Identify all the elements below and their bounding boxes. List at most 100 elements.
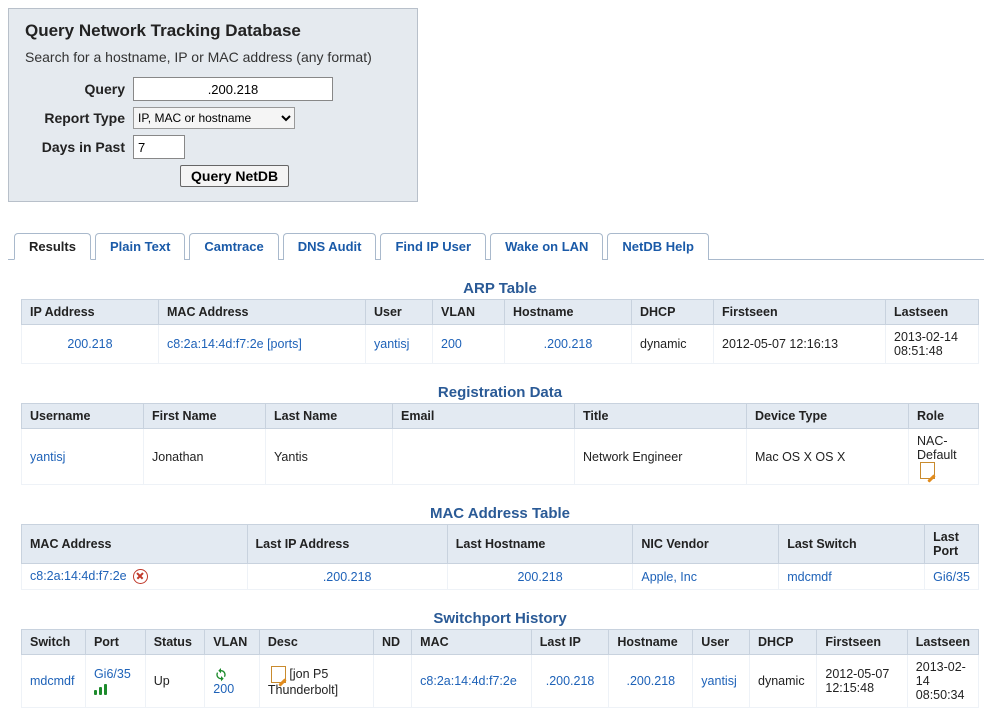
arp-section-title: ARP Table: [8, 280, 984, 297]
reg-h-last: Last Name: [266, 404, 393, 429]
reg-h-role: Role: [909, 404, 979, 429]
query-input[interactable]: [133, 77, 333, 101]
panel-title: Query Network Tracking Database: [25, 21, 401, 41]
arp-h-mac: MAC Address: [159, 300, 366, 325]
arp-host-link[interactable]: .200.218: [544, 337, 593, 351]
reg-firstname: Jonathan: [144, 429, 266, 485]
report-type-select[interactable]: IP, MAC or hostname: [133, 107, 295, 129]
arp-first: 2012-05-07 12:16:13: [714, 325, 886, 364]
edit-icon[interactable]: [920, 462, 935, 479]
panel-subtitle: Search for a hostname, IP or MAC address…: [25, 49, 401, 65]
arp-table: IP Address MAC Address User VLAN Hostnam…: [21, 299, 979, 364]
mac-section-title: MAC Address Table: [8, 505, 984, 522]
sw-switch-link[interactable]: mdcmdf: [30, 674, 74, 688]
query-submit-button[interactable]: Query NetDB: [180, 165, 289, 187]
delete-icon[interactable]: [133, 569, 148, 584]
mac-mac-link[interactable]: c8:2a:14:4d:f7:2e: [30, 569, 127, 583]
sw-h-switch: Switch: [22, 630, 86, 655]
arp-h-ip: IP Address: [22, 300, 159, 325]
arp-user-link[interactable]: yantisj: [374, 337, 409, 351]
sw-status: Up: [145, 655, 205, 708]
reg-h-first: First Name: [144, 404, 266, 429]
days-label: Days in Past: [25, 139, 125, 155]
mac-h-port: Last Port: [925, 525, 979, 564]
arp-vlan-link[interactable]: 200: [441, 337, 462, 351]
reg-section-title: Registration Data: [8, 384, 984, 401]
sw-nd: [374, 655, 412, 708]
mac-row: c8:2a:14:4d:f7:2e .200.218 200.218 Apple…: [22, 564, 979, 590]
reg-role: NAC-Default: [917, 434, 957, 462]
reg-h-email: Email: [393, 404, 575, 429]
mac-h-ip: Last IP Address: [247, 525, 447, 564]
reg-user-link[interactable]: yantisj: [30, 450, 65, 464]
reg-table: Username First Name Last Name Email Titl…: [21, 403, 979, 485]
sw-mac-link[interactable]: c8:2a:14:4d:f7:2e: [420, 674, 517, 688]
sw-h-nd: ND: [374, 630, 412, 655]
sw-h-vlan: VLAN: [205, 630, 260, 655]
sw-h-user: User: [693, 630, 750, 655]
mac-ip-link[interactable]: .200.218: [323, 570, 372, 584]
mac-h-host: Last Hostname: [447, 525, 633, 564]
sw-last: 2013-02-14 08:50:34: [907, 655, 978, 708]
sw-h-desc: Desc: [259, 630, 373, 655]
sw-h-last: Lastseen: [907, 630, 978, 655]
query-form-panel: Query Network Tracking Database Search f…: [8, 8, 418, 202]
sw-h-host: Hostname: [609, 630, 693, 655]
sw-row: mdcmdf Gi6/35 Up 200 [jon P5 Thunderbolt…: [22, 655, 979, 708]
arp-h-host: Hostname: [505, 300, 632, 325]
sw-h-mac: MAC: [412, 630, 532, 655]
mac-port-link[interactable]: Gi6/35: [933, 570, 970, 584]
reg-title: Network Engineer: [575, 429, 747, 485]
sw-h-status: Status: [145, 630, 205, 655]
reg-lastname: Yantis: [266, 429, 393, 485]
reg-email: [393, 429, 575, 485]
tab-find-ip[interactable]: Find IP User: [380, 233, 486, 260]
tab-camtrace[interactable]: Camtrace: [189, 233, 278, 260]
reg-h-user: Username: [22, 404, 144, 429]
mac-h-switch: Last Switch: [779, 525, 925, 564]
tab-plain-text[interactable]: Plain Text: [95, 233, 185, 260]
sw-user-link[interactable]: yantisj: [701, 674, 736, 688]
arp-h-dhcp: DHCP: [632, 300, 714, 325]
sw-ip-link[interactable]: .200.218: [546, 674, 595, 688]
sw-first: 2012-05-07 12:15:48: [817, 655, 907, 708]
tab-wol[interactable]: Wake on LAN: [490, 233, 603, 260]
tab-help[interactable]: NetDB Help: [607, 233, 709, 260]
sw-port-link[interactable]: Gi6/35: [94, 667, 131, 681]
arp-h-user: User: [366, 300, 433, 325]
sw-dhcp: dynamic: [750, 655, 817, 708]
refresh-icon[interactable]: [213, 666, 229, 682]
arp-ip-link[interactable]: 200.218: [67, 337, 112, 351]
sw-h-lastip: Last IP: [531, 630, 609, 655]
edit-icon[interactable]: [271, 666, 286, 683]
tabs: Results Plain Text Camtrace DNS Audit Fi…: [8, 232, 984, 260]
mac-vendor-link[interactable]: Apple, Inc: [641, 570, 697, 584]
mac-h-mac: MAC Address: [22, 525, 248, 564]
arp-dhcp: dynamic: [632, 325, 714, 364]
arp-last: 2013-02-14 08:51:48: [886, 325, 979, 364]
query-label: Query: [25, 81, 125, 97]
mac-table: MAC Address Last IP Address Last Hostnam…: [21, 524, 979, 590]
arp-mac-link[interactable]: c8:2a:14:4d:f7:2e [ports]: [167, 337, 302, 351]
tab-dns-audit[interactable]: DNS Audit: [283, 233, 377, 260]
reg-device: Mac OS X OS X: [747, 429, 909, 485]
sw-section-title: Switchport History: [8, 610, 984, 627]
report-type-label: Report Type: [25, 110, 125, 126]
sw-h-port: Port: [85, 630, 145, 655]
mac-host-link[interactable]: 200.218: [517, 570, 562, 584]
sw-h-dhcp: DHCP: [750, 630, 817, 655]
mac-h-vendor: NIC Vendor: [633, 525, 779, 564]
reg-h-device: Device Type: [747, 404, 909, 429]
switchport-table: Switch Port Status VLAN Desc ND MAC Last…: [21, 629, 979, 708]
arp-h-first: Firstseen: [714, 300, 886, 325]
arp-h-last: Lastseen: [886, 300, 979, 325]
reg-row: yantisj Jonathan Yantis Network Engineer…: [22, 429, 979, 485]
mac-switch-link[interactable]: mdcmdf: [787, 570, 831, 584]
tab-results[interactable]: Results: [14, 233, 91, 260]
sw-h-first: Firstseen: [817, 630, 907, 655]
days-input[interactable]: [133, 135, 185, 159]
sw-host-link[interactable]: .200.218: [626, 674, 675, 688]
signal-icon[interactable]: [94, 683, 112, 695]
reg-h-title: Title: [575, 404, 747, 429]
sw-vlan-link[interactable]: 200: [213, 682, 234, 696]
